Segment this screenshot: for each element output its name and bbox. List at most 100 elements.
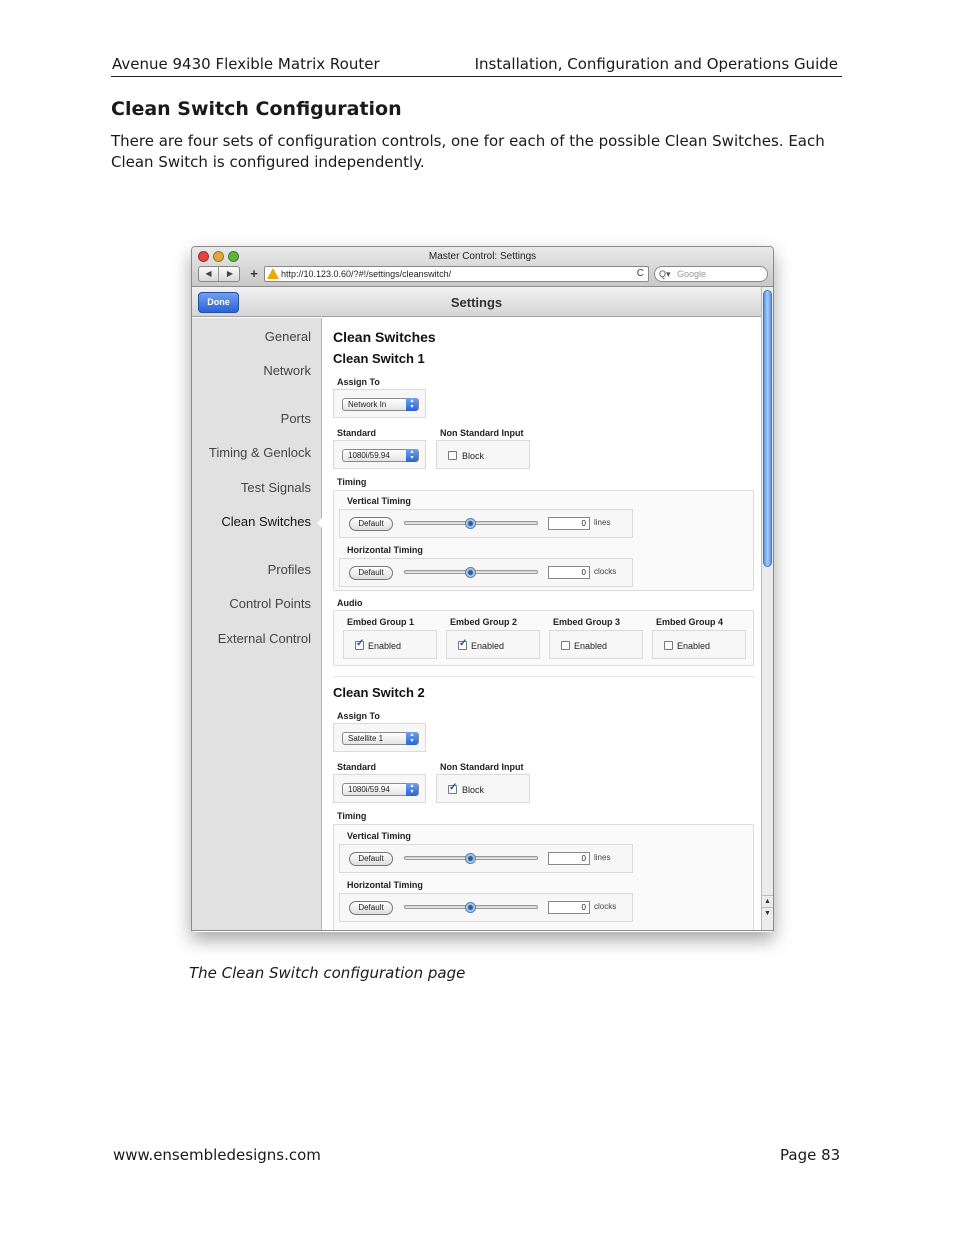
settings-content: Clean Switches Clean Switch 1 Assign To …	[323, 318, 761, 930]
sidebar-item-network[interactable]: Network	[263, 363, 311, 378]
vertical-scrollbar[interactable]: ▲ ▼	[761, 287, 773, 930]
done-button[interactable]: Done	[198, 292, 239, 313]
vertical-slider-knob[interactable]	[465, 518, 476, 529]
reload-icon[interactable]: C	[637, 267, 644, 281]
guide-title: Installation, Configuration and Operatio…	[474, 55, 838, 73]
non-standard-input-label: Non Standard Input	[440, 428, 524, 438]
vertical-timing-label: Vertical Timing	[347, 496, 411, 506]
block-checkbox[interactable]	[448, 451, 457, 460]
non-standard-input-label: Non Standard Input	[440, 762, 524, 772]
vertical-timing-label: Vertical Timing	[347, 831, 411, 841]
vertical-timing-input[interactable]: 0	[548, 517, 590, 530]
selection-pointer-icon	[317, 518, 322, 528]
assign-to-select[interactable]: Satellite 1 ▴ ▾	[342, 732, 419, 745]
embed-group-3-checkbox[interactable]	[561, 641, 570, 650]
browser-window: Master Control: Settings ◀ ▶ + http://10…	[191, 246, 774, 931]
add-bookmark-button[interactable]: +	[246, 266, 262, 282]
title-bar: Master Control: Settings ◀ ▶ + http://10…	[192, 247, 773, 287]
embed-group-1-checkbox[interactable]	[355, 638, 364, 650]
scroll-down-arrow-icon[interactable]: ▼	[762, 907, 773, 919]
standard-label: Standard	[337, 428, 377, 438]
back-button[interactable]: ◀	[199, 267, 219, 281]
horizontal-timing-input[interactable]: 0	[548, 566, 590, 579]
embed-group-1-box: Enabled	[343, 630, 437, 659]
embed-group-2-label: Embed Group 2	[450, 617, 518, 627]
intro-paragraph: There are four sets of configuration con…	[111, 132, 825, 171]
settings-toolbar: Settings Done	[192, 287, 761, 317]
footer-page-number: Page 83	[780, 1146, 841, 1164]
non-standard-input-box: Block	[436, 440, 530, 469]
sidebar-item-ports[interactable]: Ports	[281, 411, 311, 426]
sidebar-item-control-points[interactable]: Control Points	[229, 596, 311, 611]
horizontal-slider-knob[interactable]	[465, 902, 476, 913]
block-checkbox[interactable]	[448, 782, 457, 794]
scroll-thumb[interactable]	[763, 290, 772, 567]
sidebar-item-test-signals[interactable]: Test Signals	[241, 480, 311, 495]
select-arrows-icon: ▴ ▾	[406, 732, 418, 745]
assign-to-label: Assign To	[337, 377, 380, 387]
warning-icon	[267, 268, 279, 279]
timing-group: Vertical Timing Default 0 lines Horizont…	[333, 490, 754, 591]
figure-caption: The Clean Switch configuration page	[189, 964, 466, 982]
sidebar-item-external-control[interactable]: External Control	[218, 631, 311, 646]
sidebar-item-general[interactable]: General	[265, 329, 311, 344]
assign-to-box: Network In ▴ ▾	[333, 389, 426, 418]
search-icon: Q▾	[659, 269, 671, 279]
standard-value: 1080i/59.94	[348, 451, 390, 460]
standard-label: Standard	[337, 762, 377, 772]
sidebar-item-clean-switches[interactable]: Clean Switches	[221, 514, 311, 529]
content-heading: Clean Switches	[333, 329, 436, 345]
audio-group: Embed Group 1 Enabled Embed Group 2 Enab…	[333, 610, 754, 666]
document-header: Avenue 9430 Flexible Matrix Router Insta…	[111, 55, 842, 77]
horizontal-default-button[interactable]: Default	[349, 901, 393, 915]
embed-group-2-checkbox[interactable]	[458, 638, 467, 650]
settings-sidebar: General Network Ports Timing & Genlock T…	[192, 318, 322, 930]
vertical-default-button[interactable]: Default	[349, 852, 393, 866]
standard-select[interactable]: 1080i/59.94 ▴ ▾	[342, 449, 419, 462]
embed-group-4-enabled-label: Enabled	[677, 641, 711, 651]
assign-to-select[interactable]: Network In ▴ ▾	[342, 398, 419, 411]
vertical-slider-knob[interactable]	[465, 853, 476, 864]
scroll-up-arrow-icon[interactable]: ▲	[762, 895, 773, 907]
embed-group-3-label: Embed Group 3	[553, 617, 621, 627]
embed-group-4-checkbox[interactable]	[664, 641, 673, 650]
vertical-default-button[interactable]: Default	[349, 517, 393, 531]
url-text: http://10.123.0.60/?#!/settings/cleanswi…	[281, 269, 452, 279]
horizontal-timing-input[interactable]: 0	[548, 901, 590, 914]
sidebar-item-profiles[interactable]: Profiles	[268, 562, 311, 577]
search-placeholder: Google	[677, 269, 707, 279]
timing-group: Vertical Timing Default 0 lines Horizont…	[333, 824, 754, 930]
embed-group-3-enabled-label: Enabled	[574, 641, 608, 651]
horizontal-timing-label: Horizontal Timing	[347, 545, 423, 555]
forward-button[interactable]: ▶	[220, 267, 240, 281]
standard-box: 1080i/59.94 ▴ ▾	[333, 440, 426, 469]
standard-select[interactable]: 1080i/59.94 ▴ ▾	[342, 783, 419, 796]
select-arrows-icon: ▴ ▾	[406, 398, 418, 411]
vertical-timing-box: Default 0 lines	[339, 844, 633, 873]
sidebar-item-timing-genlock[interactable]: Timing & Genlock	[209, 445, 311, 460]
audio-label: Audio	[337, 598, 363, 608]
section-title: Clean Switch Configuration	[111, 98, 402, 120]
assign-to-label: Assign To	[337, 711, 380, 721]
clocks-unit: clocks	[594, 902, 617, 911]
vertical-timing-input[interactable]: 0	[548, 852, 590, 865]
non-standard-input-box: Block	[436, 774, 530, 803]
assign-to-value: Satellite 1	[348, 734, 384, 743]
standard-box: 1080i/59.94 ▴ ▾	[333, 774, 426, 803]
embed-group-2-enabled-label: Enabled	[471, 641, 505, 651]
embed-group-2-box: Enabled	[446, 630, 540, 659]
horizontal-timing-box: Default 0 clocks	[339, 893, 633, 922]
horizontal-timing-box: Default 0 clocks	[339, 558, 633, 587]
select-arrows-icon: ▴ ▾	[406, 449, 418, 462]
block-label: Block	[462, 451, 485, 461]
address-bar[interactable]: http://10.123.0.60/?#!/settings/cleanswi…	[264, 266, 649, 282]
lines-unit: lines	[594, 518, 611, 527]
horizontal-timing-label: Horizontal Timing	[347, 880, 423, 890]
horizontal-slider-knob[interactable]	[465, 567, 476, 578]
horizontal-default-button[interactable]: Default	[349, 566, 393, 580]
clocks-unit: clocks	[594, 567, 617, 576]
search-input[interactable]: Q▾ Google	[654, 266, 768, 282]
assign-to-value: Network In	[348, 400, 387, 409]
timing-label: Timing	[337, 477, 367, 487]
nav-buttons: ◀ ▶	[198, 266, 240, 282]
